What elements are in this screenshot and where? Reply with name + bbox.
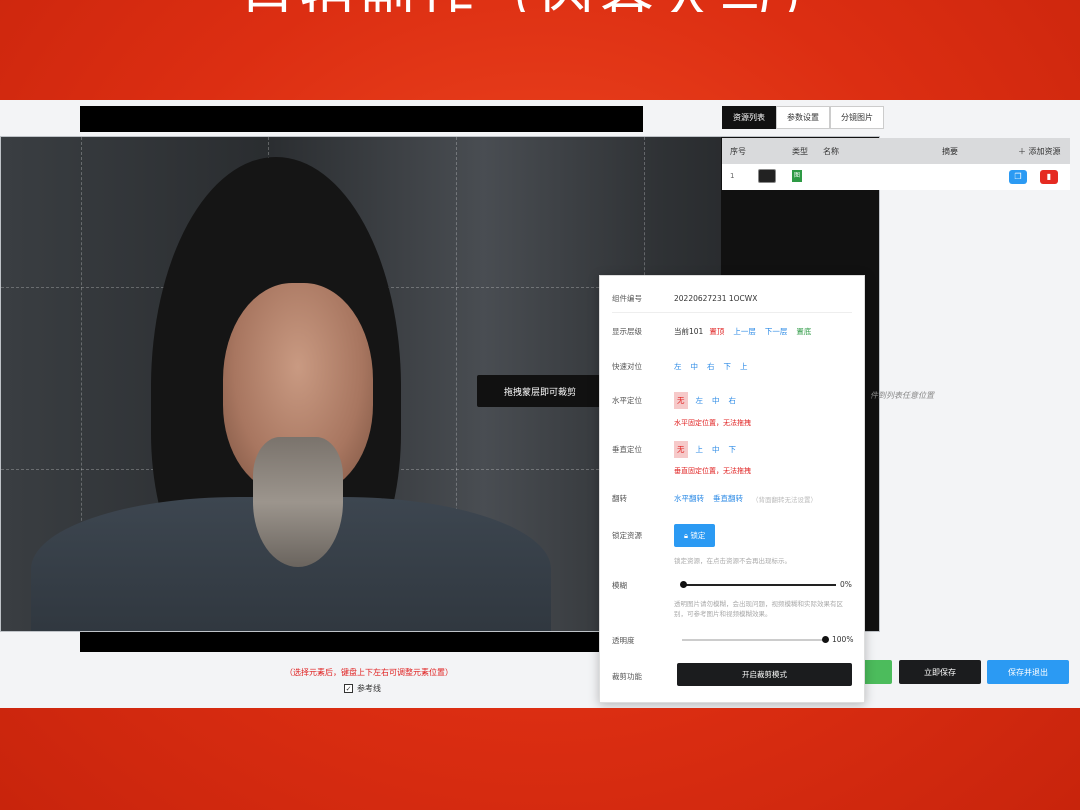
table-row[interactable]: 1 图 ❐ ▮ [722,164,1070,190]
opacity-value: 100% [832,635,854,644]
col-name: 名称 [823,147,839,156]
quick-align-row: 快速对位 左 中 右 下 上 [612,361,757,372]
horizontal-label: 水平定位 [612,396,642,405]
save-exit-button[interactable]: 保存并退出 [987,660,1069,684]
crop-label: 裁剪功能 [612,672,642,681]
blur-slider-track[interactable] [682,584,836,586]
flip-vertical-button[interactable]: 垂直翻转 [713,493,743,504]
drop-hint: 件到列表任意位置 [870,391,934,400]
vertical-row: 垂直定位 无 上 中 下 [612,441,745,458]
add-resource-button[interactable]: ＋ 添加资源 [1018,146,1061,157]
vertical-label: 垂直定位 [612,445,642,454]
layer-bottom-button[interactable]: 置底 [796,326,811,337]
col-summary: 摘要 [942,147,958,156]
lock-button[interactable]: 🔒︎ 锁定 [674,524,716,547]
quick-align-label: 快速对位 [612,362,642,371]
tab-storyboard[interactable]: 分镜图片 [830,106,884,129]
properties-panel: 组件编号 20220627231 1OCWX 显示层级 当前101 置顶 上一层… [599,275,865,703]
blur-value: 0% [840,580,852,589]
tab-resource-list[interactable]: 资源列表 [722,106,776,129]
trash-icon: ▮ [1046,172,1052,181]
blur-label: 模糊 [612,581,627,590]
layer-down-button[interactable]: 下一层 [765,326,788,337]
layer-label: 显示层级 [612,327,642,336]
vertical-top[interactable]: 上 [696,444,704,455]
crop-tip[interactable]: 拖拽蒙层即可裁剪 [477,375,603,407]
vertical-bottom[interactable]: 下 [729,444,737,455]
quick-align-top[interactable]: 上 [740,361,748,372]
lock-note: 锁定资源，在点击资源不会再出现标示。 [674,557,791,565]
horizontal-row: 水平定位 无 左 中 右 [612,392,745,409]
quick-align-left[interactable]: 左 [674,361,682,372]
layer-row: 显示层级 当前101 置顶 上一层 下一层 置底 [612,326,820,337]
flip-row: 翻转 水平翻转 垂直翻转 （背面翻转无法设置） [612,493,817,504]
ref-line-toggle[interactable]: ✓ 参考线 [344,683,381,694]
banner-title: 自拍制作（内容人与） [0,0,1080,12]
component-id-value: 20220627231 1OCWX [674,294,758,303]
green-action-button[interactable] [862,660,892,684]
panel-tabs: 资源列表 参数设置 分镜图片 [722,106,884,129]
row-index: 1 [730,172,735,180]
opacity-slider-track[interactable] [682,639,826,641]
vertical-none[interactable]: 无 [674,441,688,458]
crop-row: 裁剪功能 [612,671,674,682]
start-crop-button[interactable]: 开启裁剪模式 [677,663,852,686]
top-letterbox [80,106,643,132]
horizontal-right[interactable]: 右 [729,395,737,406]
divider [612,312,852,313]
flip-note: （背面翻转无法设置） [752,495,817,504]
component-id-row: 组件编号 20220627231 1OCWX [612,293,757,304]
copy-icon: ❐ [1014,172,1022,181]
col-type: 类型 [792,147,808,156]
flip-label: 翻转 [612,494,627,503]
type-badge: 图 [792,170,802,182]
horizontal-left[interactable]: 左 [696,395,704,406]
quick-align-center[interactable]: 中 [691,361,699,372]
layer-current: 当前101 [674,327,704,336]
lock-button-label: 锁定 [690,531,706,540]
bottom-letterbox [80,632,643,652]
component-id-label: 组件编号 [612,294,642,303]
lock-row: 锁定资源 🔒︎ 锁定 [612,524,716,547]
layer-top-button[interactable]: 置顶 [709,326,724,337]
quick-align-bottom[interactable]: 下 [724,361,732,372]
resource-thumbnail [758,169,776,183]
lock-label: 锁定资源 [612,531,642,540]
delete-button[interactable]: ▮ [1040,170,1058,184]
blur-row: 模糊 [612,580,674,591]
horizontal-warning: 水平固定位置，无法拖拽 [674,419,751,427]
save-now-button[interactable]: 立即保存 [899,660,981,684]
quick-align-right[interactable]: 右 [707,361,715,372]
horizontal-center[interactable]: 中 [712,395,720,406]
flip-horizontal-button[interactable]: 水平翻转 [674,493,704,504]
ref-line-label: 参考线 [357,684,381,693]
horizontal-none[interactable]: 无 [674,392,688,409]
resource-table-header: 序号 类型 名称 摘要 ＋ 添加资源 [722,138,1070,164]
copy-button[interactable]: ❐ [1009,170,1027,184]
beard-shape [253,437,343,567]
vertical-center[interactable]: 中 [712,444,720,455]
checkbox-icon[interactable]: ✓ [344,684,353,693]
vertical-warning: 垂直固定位置，无法拖拽 [674,467,751,475]
blur-note: 透明图片请勿模糊，会出现问题，视频模糊和实际效果有区别，可参考图片和视频模糊效果… [674,600,843,618]
blur-slider-handle[interactable] [680,581,687,588]
opacity-label: 透明度 [612,636,635,645]
opacity-row: 透明度 [612,635,674,646]
tab-params[interactable]: 参数设置 [776,106,830,129]
opacity-slider-handle[interactable] [822,636,829,643]
col-index: 序号 [730,147,746,156]
layer-up-button[interactable]: 上一层 [733,326,756,337]
keyboard-hint: （选择元素后，键盘上下左右可调整元素位置） [285,668,453,677]
editor-window: 拖拽蒙层即可裁剪 （选择元素后，键盘上下左右可调整元素位置） ✓ 参考线 资源列… [0,100,1080,708]
